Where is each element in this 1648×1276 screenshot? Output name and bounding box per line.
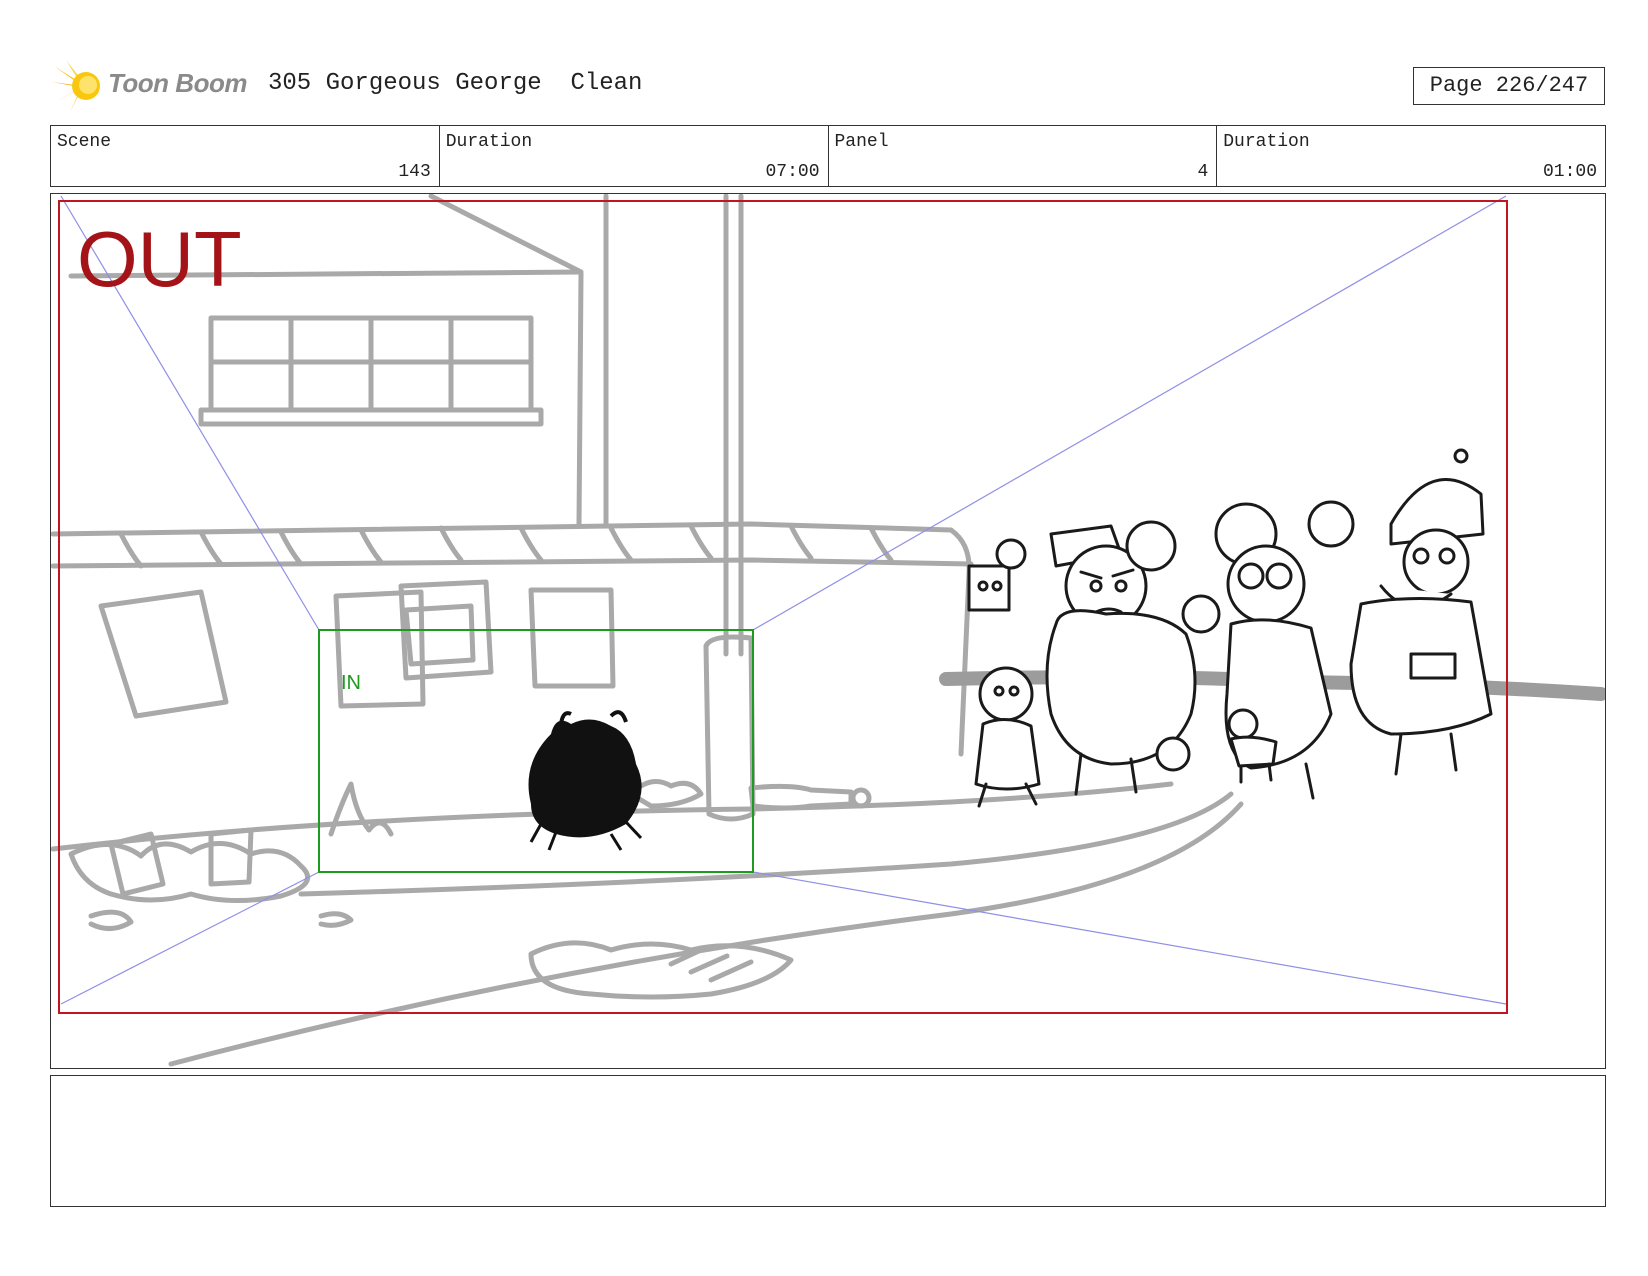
panel-duration-cell: Duration 01:00 [1217, 126, 1605, 186]
panel-notes-box [50, 1075, 1606, 1207]
panel-artwork [51, 194, 1605, 1067]
scene-info-table: Scene 143 Duration 07:00 Panel 4 Duratio… [50, 125, 1606, 187]
panel-label: Panel [834, 132, 889, 152]
panel-cell: Panel 4 [829, 126, 1218, 186]
scene-duration-label: Duration [445, 132, 533, 152]
scene-value: 143 [398, 162, 431, 182]
crowd-characters [967, 448, 1493, 808]
storyboard-panel: OUT IN [50, 193, 1606, 1069]
scribble-creature [528, 710, 643, 851]
scene-label: Scene [57, 132, 112, 152]
document-title: 305 Gorgeous George Clean [268, 70, 643, 97]
in-frame-label: IN [341, 672, 361, 694]
panel-duration-label: Duration [1223, 132, 1310, 152]
out-frame-label: OUT [77, 215, 242, 303]
panel-duration-value: 01:00 [1542, 162, 1597, 182]
star-burst-icon [52, 60, 100, 112]
scene-duration-cell: Duration 07:00 [440, 126, 829, 186]
scene-duration-value: 07:00 [765, 162, 820, 182]
scene-cell: Scene 143 [51, 126, 440, 186]
page-indicator: Page 226/247 [1413, 67, 1605, 105]
toon-boom-logo: Toon Boom [52, 58, 252, 114]
panel-value: 4 [1197, 162, 1209, 182]
logo-text: Toon Boom [108, 68, 247, 98]
